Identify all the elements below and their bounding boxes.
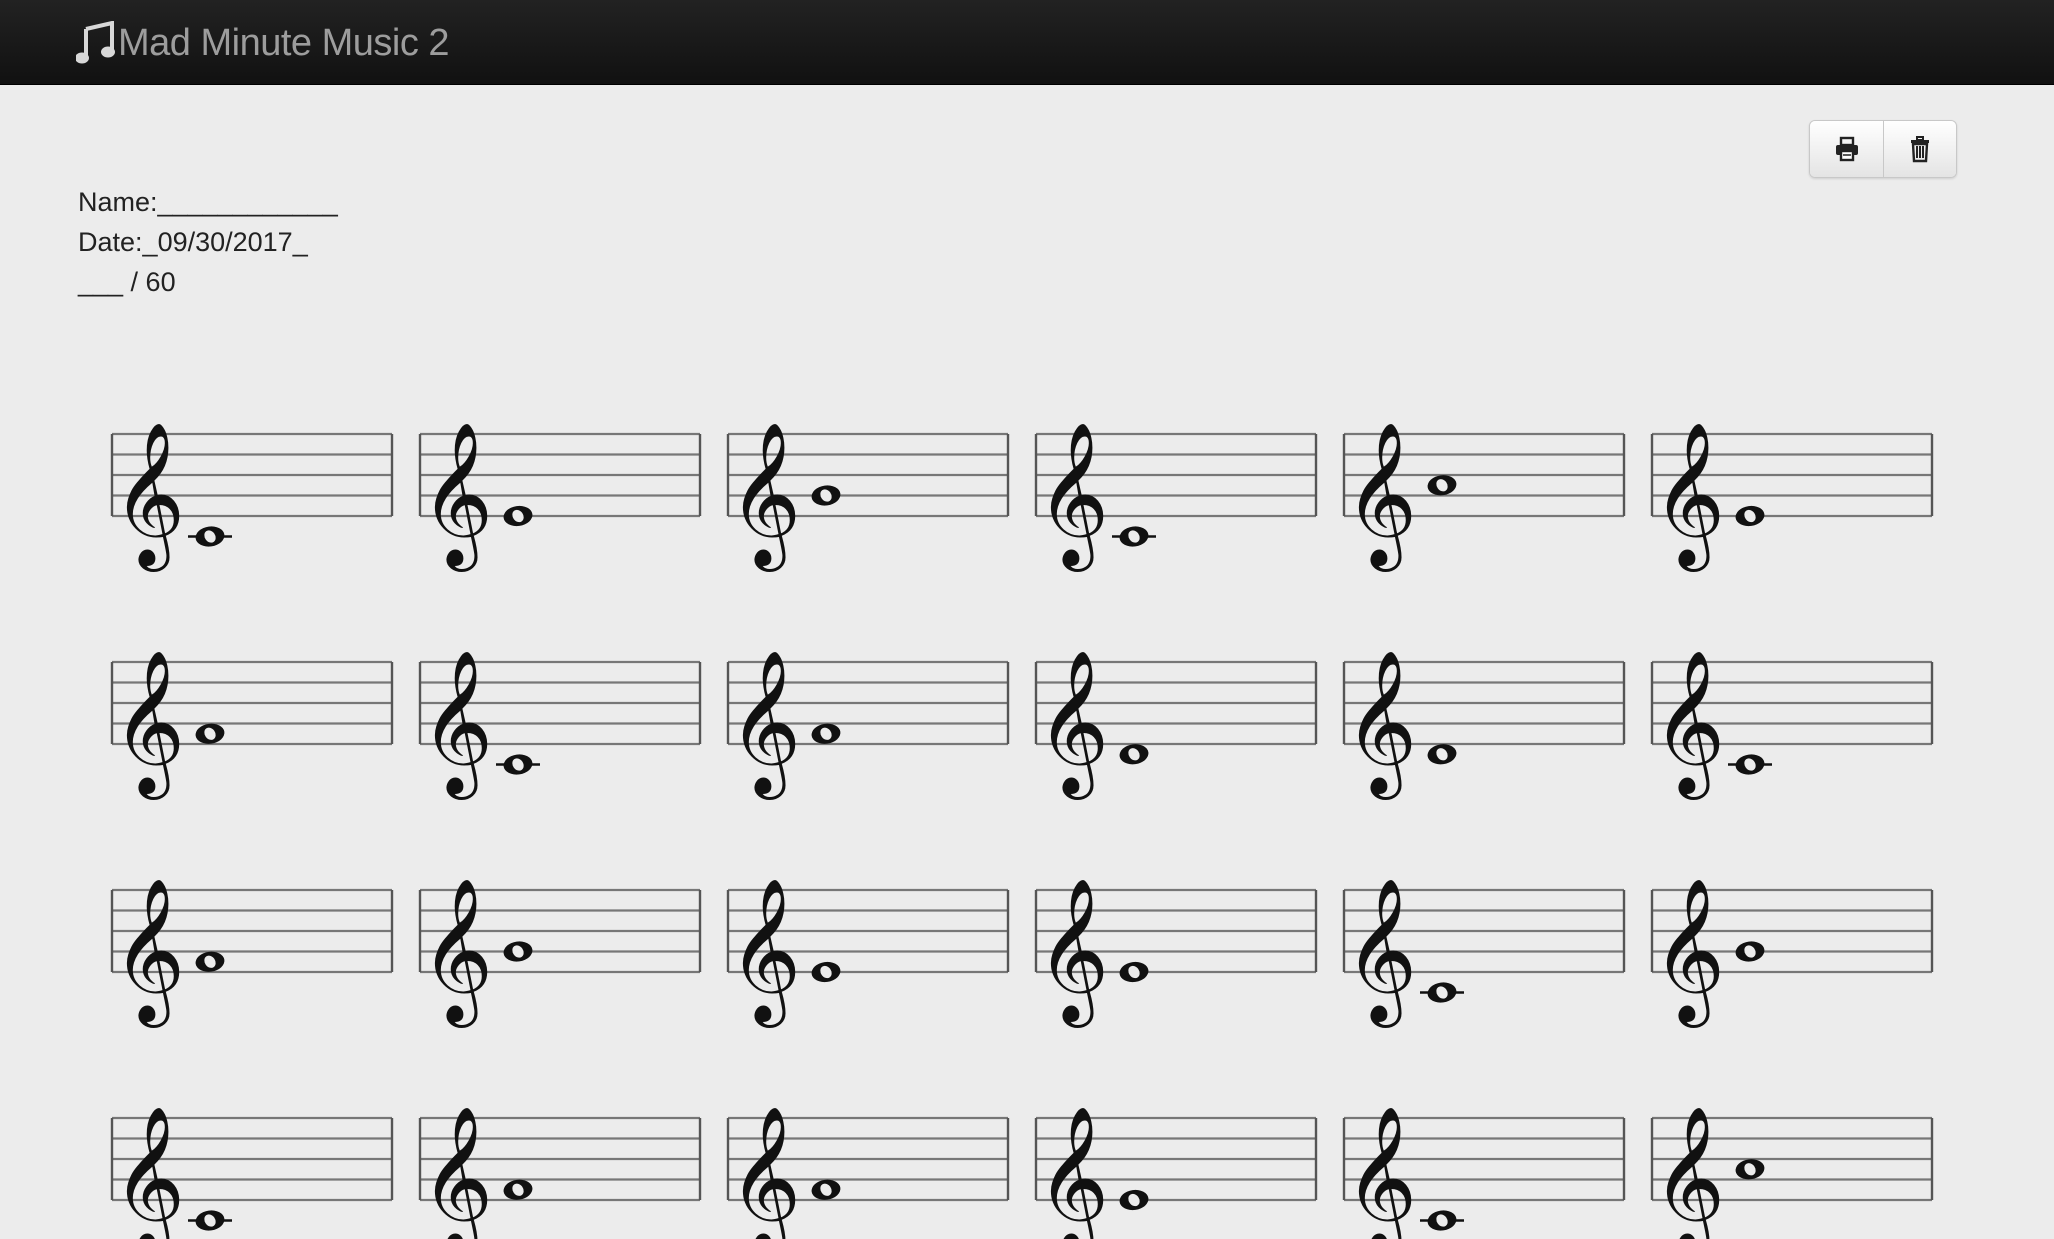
staff-8: 𝄞 [418, 628, 702, 800]
whole-note [1119, 1189, 1149, 1211]
treble-clef-icon: 𝄞 [1344, 878, 1417, 1028]
whole-note [195, 951, 225, 972]
treble-clef-icon: 𝄞 [112, 650, 185, 800]
staff-13: 𝄞 [110, 856, 394, 1028]
treble-clef-icon: 𝄞 [1652, 650, 1725, 800]
staff-22: 𝄞 [1034, 1084, 1318, 1239]
brand[interactable]: Mad Minute Music 2 [75, 18, 450, 68]
staff-1: 𝄞 [110, 400, 394, 572]
whole-note [1119, 744, 1149, 765]
staff-11: 𝄞 [1342, 628, 1626, 800]
treble-clef-icon: 𝄞 [728, 650, 801, 800]
staff-5: 𝄞 [1342, 400, 1626, 572]
worksheet-toolbar [1809, 120, 1957, 178]
staff-16: 𝄞 [1034, 856, 1318, 1028]
whole-note [1735, 941, 1765, 962]
whole-note [496, 754, 540, 775]
treble-clef-icon: 𝄞 [1036, 878, 1109, 1028]
treble-clef-icon: 𝄞 [1036, 422, 1109, 572]
whole-note [503, 941, 533, 962]
date-label: Date: [78, 227, 143, 257]
staff-4: 𝄞 [1034, 400, 1318, 572]
treble-clef-icon: 𝄞 [420, 1106, 493, 1239]
whole-note [1427, 744, 1457, 765]
treble-clef-icon: 𝄞 [420, 650, 493, 800]
score-line: ___ / 60 [78, 267, 176, 297]
music-note-icon [75, 20, 116, 65]
treble-clef-icon: 𝄞 [1344, 650, 1417, 800]
whole-note [1427, 475, 1457, 496]
treble-clef-icon: 𝄞 [728, 1106, 801, 1239]
whole-note [1735, 1159, 1765, 1180]
whole-note [503, 505, 533, 527]
staff-14: 𝄞 [418, 856, 702, 1028]
name-line: Name:____________ [78, 187, 338, 217]
app-title: Mad Minute Music 2 [118, 21, 450, 64]
date-line: Date:_09/30/2017_ [78, 222, 338, 262]
staff-12: 𝄞 [1650, 628, 1934, 800]
whole-note [811, 1179, 841, 1200]
navbar: Mad Minute Music 2 [0, 0, 2054, 85]
worksheet-header: Name:____________ Date:_09/30/2017_ ___ … [78, 182, 338, 302]
trash-icon [1911, 136, 1929, 163]
treble-clef-icon: 𝄞 [112, 422, 185, 572]
delete-button[interactable] [1883, 121, 1956, 177]
treble-clef-icon: 𝄞 [1652, 878, 1725, 1028]
treble-clef-icon: 𝄞 [1036, 1106, 1109, 1239]
whole-note [188, 1210, 232, 1231]
whole-note [1735, 505, 1765, 527]
staff-2: 𝄞 [418, 400, 702, 572]
whole-note [811, 723, 841, 744]
whole-note [1119, 961, 1149, 983]
whole-note [1112, 526, 1156, 547]
whole-note [1420, 1210, 1464, 1231]
staff-6: 𝄞 [1650, 400, 1934, 572]
staff-3: 𝄞 [726, 400, 1010, 572]
staff-23: 𝄞 [1342, 1084, 1626, 1239]
print-icon [1835, 136, 1858, 162]
treble-clef-icon: 𝄞 [112, 878, 185, 1028]
whole-note [1420, 982, 1464, 1003]
treble-clef-icon: 𝄞 [1652, 422, 1725, 572]
staff-19: 𝄞 [110, 1084, 394, 1239]
whole-note [503, 1179, 533, 1200]
staff-20: 𝄞 [418, 1084, 702, 1239]
staff-10: 𝄞 [1034, 628, 1318, 800]
treble-clef-icon: 𝄞 [728, 422, 801, 572]
staff-18: 𝄞 [1650, 856, 1934, 1028]
whole-note [1728, 754, 1772, 775]
whole-note [811, 485, 841, 506]
treble-clef-icon: 𝄞 [420, 878, 493, 1028]
treble-clef-icon: 𝄞 [1652, 1106, 1725, 1239]
staff-grid: 𝄞 𝄞 𝄞 𝄞 𝄞 𝄞 𝄞 𝄞 𝄞 𝄞 𝄞 𝄞 𝄞 𝄞 𝄞 𝄞 𝄞 𝄞 𝄞 𝄞 𝄞 𝄞 𝄞 𝄞 [110, 400, 1950, 1239]
date-value: _09/30/2017_ [142, 227, 308, 257]
treble-clef-icon: 𝄞 [728, 878, 801, 1028]
treble-clef-icon: 𝄞 [420, 422, 493, 572]
print-button[interactable] [1810, 121, 1883, 177]
staff-9: 𝄞 [726, 628, 1010, 800]
staff-17: 𝄞 [1342, 856, 1626, 1028]
whole-note [195, 723, 225, 744]
treble-clef-icon: 𝄞 [1344, 1106, 1417, 1239]
whole-note [811, 961, 841, 983]
staff-24: 𝄞 [1650, 1084, 1934, 1239]
staff-7: 𝄞 [110, 628, 394, 800]
staff-21: 𝄞 [726, 1084, 1010, 1239]
treble-clef-icon: 𝄞 [1036, 650, 1109, 800]
treble-clef-icon: 𝄞 [1344, 422, 1417, 572]
staff-15: 𝄞 [726, 856, 1010, 1028]
whole-note [188, 526, 232, 547]
treble-clef-icon: 𝄞 [112, 1106, 185, 1239]
